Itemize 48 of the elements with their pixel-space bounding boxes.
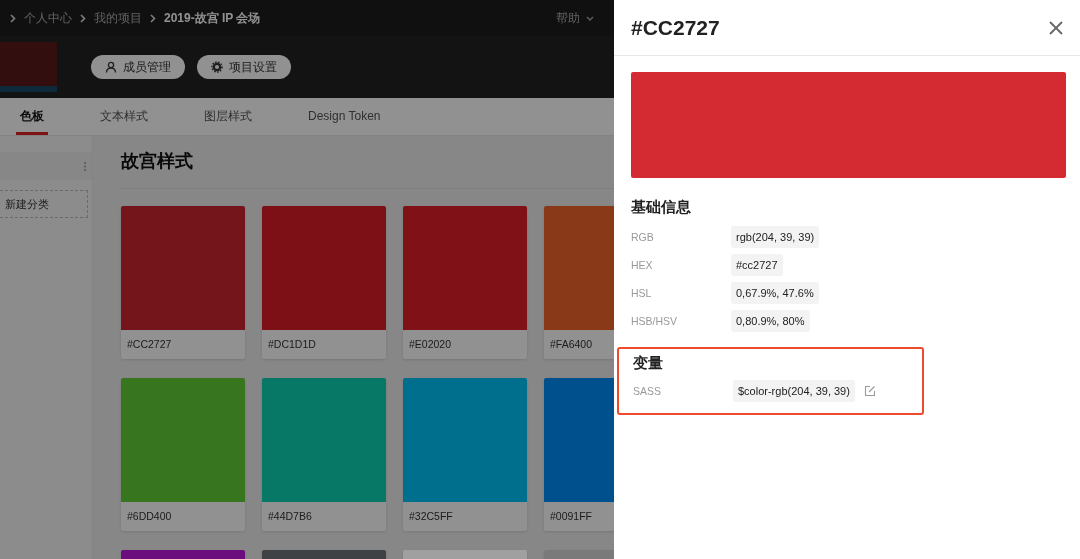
property-label: SASS	[633, 385, 662, 397]
property-label: RGB	[631, 231, 655, 243]
color-card[interactable]: #0091FF	[544, 378, 614, 531]
breadcrumb-link[interactable]: 个人中心	[24, 9, 72, 27]
breadcrumb-link[interactable]: 我的项目	[94, 9, 142, 27]
tab[interactable]: 图层样式	[204, 98, 280, 135]
color-card[interactable]: #32C5FF	[403, 378, 527, 531]
color-code: #DC1D1D	[267, 337, 317, 352]
section-heading: 基础信息	[631, 197, 692, 217]
chevron-right-icon	[10, 13, 16, 23]
edit-icon[interactable]	[863, 385, 876, 397]
color-card[interactable]: #E02020	[403, 206, 527, 359]
chevron-right-icon	[150, 13, 156, 23]
tab[interactable]: Design Token	[308, 98, 409, 135]
project-thumbnail	[0, 42, 57, 92]
breadcrumb-link[interactable]: 2019-故宫 IP 会场	[164, 9, 261, 27]
property-value: $color-rgb(204, 39, 39)	[733, 380, 855, 402]
property-label: HEX	[631, 259, 654, 271]
close-icon[interactable]	[1049, 20, 1063, 35]
color-card[interactable]: #44D7B6	[262, 378, 386, 531]
color-card[interactable]: #DC1D1D	[262, 206, 386, 359]
project-button[interactable]: 成员管理	[91, 55, 185, 79]
project-button[interactable]: 项目设置	[197, 55, 291, 79]
color-card[interactable]: #CC2727	[121, 206, 245, 359]
property-value: 0,67.9%, 47.6%	[731, 282, 819, 304]
person-icon	[105, 61, 117, 73]
color-code: #6DD400	[126, 509, 173, 524]
color-code: #32C5FF	[408, 509, 454, 524]
color-card[interactable]: #6DD400	[121, 378, 245, 531]
color-code: #44D7B6	[267, 509, 313, 524]
color-code: #0091FF	[549, 509, 594, 524]
property-value: #cc2727	[731, 254, 783, 276]
color-code: #FA6400	[549, 337, 594, 352]
color-code: #CC2727	[126, 337, 173, 352]
color-card[interactable]: #FA6400	[544, 206, 614, 359]
color-code: #E02020	[408, 337, 453, 352]
section-heading: 变量	[633, 353, 664, 373]
tab[interactable]: 文本样式	[100, 98, 176, 135]
chevron-right-icon	[80, 13, 86, 23]
property-label: HSB/HSV	[631, 315, 679, 327]
property-value: rgb(204, 39, 39)	[731, 226, 820, 248]
property-value: 0,80.9%, 80%	[731, 310, 810, 332]
caret-down-icon	[586, 15, 594, 21]
new-category-button[interactable]: 新建分类	[0, 190, 88, 218]
drawer-title: #CC2727	[631, 15, 721, 40]
help-menu[interactable]: 帮助	[556, 9, 594, 27]
property-label: HSL	[631, 287, 653, 299]
gear-icon	[211, 61, 223, 73]
